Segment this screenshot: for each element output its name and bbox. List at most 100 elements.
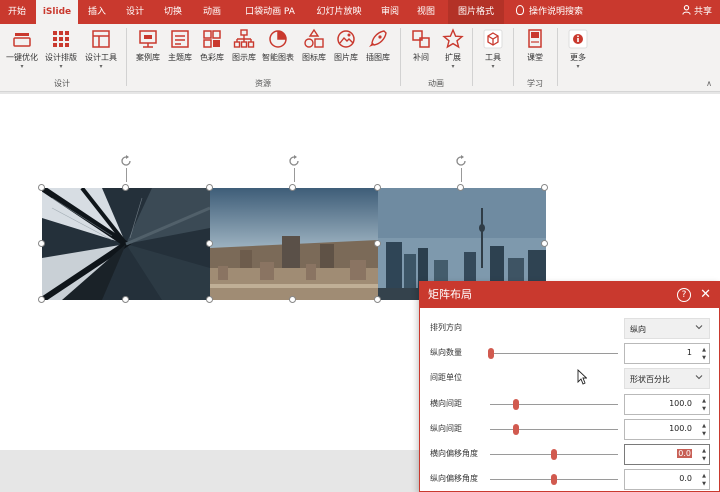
resize-handle[interactable] <box>289 296 296 303</box>
tab-transitions[interactable]: 切换 <box>156 0 190 24</box>
slider-knob[interactable] <box>513 424 519 435</box>
spin-down-icon[interactable]: ▼ <box>702 407 706 412</box>
tab-pocket-animation[interactable]: 口袋动画 PA <box>238 0 302 24</box>
theme-library-button[interactable]: 主题库 <box>163 28 197 63</box>
tab-view[interactable]: 视图 <box>410 0 442 24</box>
vertical-offset-angle-stepper[interactable]: 0.0 ▲ ▼ <box>624 469 710 490</box>
resize-handle[interactable] <box>541 240 548 247</box>
resize-handle[interactable] <box>38 296 45 303</box>
resize-handle[interactable] <box>374 184 381 191</box>
vertical-offset-angle-row: 纵向偏移角度 0.0 ▲ ▼ <box>420 467 720 492</box>
tween-label: 补间 <box>413 53 429 62</box>
smart-chart-button[interactable]: 智能图表 <box>258 28 298 63</box>
design-tools-button[interactable]: 设计工具 ▾ <box>82 28 120 70</box>
resize-handle[interactable] <box>206 240 213 247</box>
more-button[interactable]: 更多 ▾ <box>563 28 593 70</box>
slider-knob[interactable] <box>551 474 557 485</box>
icon-library-icon <box>304 28 324 48</box>
close-icon[interactable]: ✕ <box>700 282 711 308</box>
diagram-library-button[interactable]: 图示库 <box>227 28 261 63</box>
case-library-button[interactable]: 案例库 <box>131 28 165 63</box>
spin-down-icon[interactable]: ▼ <box>702 432 706 437</box>
resize-handle[interactable] <box>289 184 296 191</box>
tab-insert[interactable]: 插入 <box>80 0 114 24</box>
chevron-down-icon <box>695 325 703 330</box>
vertical-offset-angle-slider[interactable] <box>490 474 618 485</box>
rotate-handle-icon[interactable] <box>287 154 301 168</box>
tween-icon <box>412 30 430 48</box>
help-icon[interactable]: ? <box>677 288 691 302</box>
design-layout-button[interactable]: 设计排版 ▾ <box>42 28 80 70</box>
tools-button[interactable]: 工具 ▾ <box>477 28 509 70</box>
resize-handle[interactable] <box>374 296 381 303</box>
vertical-spacing-slider[interactable] <box>490 424 618 435</box>
picture-library-icon <box>337 30 355 48</box>
slider-knob[interactable] <box>513 399 519 410</box>
spin-up-icon[interactable]: ▲ <box>702 348 706 353</box>
horizontal-offset-angle-row: 横向偏移角度 0.0 ▲ ▼ <box>420 442 720 467</box>
vertical-count-stepper[interactable]: 1 ▲ ▼ <box>624 343 710 364</box>
tab-animations[interactable]: 动画 <box>194 0 230 24</box>
resize-handle[interactable] <box>374 240 381 247</box>
resize-handle[interactable] <box>122 184 129 191</box>
spin-down-icon[interactable]: ▼ <box>702 457 706 462</box>
spin-up-icon[interactable]: ▲ <box>702 474 706 479</box>
icon-library-button[interactable]: 图标库 <box>297 28 331 63</box>
chevron-down-icon: ▾ <box>20 63 24 70</box>
spacing-unit-select[interactable]: 形状百分比 <box>624 368 710 389</box>
tab-picture-format[interactable]: 图片格式 <box>448 0 504 24</box>
color-library-button[interactable]: 色彩库 <box>195 28 229 63</box>
resize-handle[interactable] <box>457 184 464 191</box>
resize-handle[interactable] <box>122 296 129 303</box>
picture-city-aerial[interactable] <box>210 188 378 300</box>
rotate-handle-icon[interactable] <box>454 154 468 168</box>
rotate-handle-icon[interactable] <box>119 154 133 168</box>
group-label-learning: 学习 <box>527 79 543 88</box>
tab-slideshow[interactable]: 幻灯片放映 <box>308 0 370 24</box>
resize-handle[interactable] <box>206 184 213 191</box>
spin-up-icon[interactable]: ▲ <box>702 424 706 429</box>
chevron-down-icon: ▾ <box>451 63 455 70</box>
slider-knob[interactable] <box>488 348 494 359</box>
horizontal-offset-angle-slider[interactable] <box>490 449 618 460</box>
one-click-optimize-button[interactable]: 一键优化 ▾ <box>3 28 41 70</box>
design-layout-label: 设计排版 <box>45 53 77 62</box>
tab-home[interactable]: 开始 <box>0 0 34 24</box>
spin-down-icon[interactable]: ▼ <box>702 482 706 487</box>
tab-design[interactable]: 设计 <box>118 0 152 24</box>
tween-button[interactable]: 补间 <box>405 28 437 63</box>
resize-handle[interactable] <box>38 240 45 247</box>
smart-chart-label: 智能图表 <box>262 53 294 62</box>
vertical-spacing-label: 纵向间距 <box>430 424 462 433</box>
slider-knob[interactable] <box>551 449 557 460</box>
resize-handle[interactable] <box>206 296 213 303</box>
resize-handle[interactable] <box>38 184 45 191</box>
share-button[interactable]: 共享 <box>682 0 712 24</box>
picture-skyscrapers[interactable] <box>42 188 210 300</box>
theme-library-icon <box>171 30 189 48</box>
rotate-connector <box>461 168 462 182</box>
spacing-unit-label: 间距单位 <box>430 373 462 382</box>
one-click-optimize-icon <box>13 33 31 47</box>
horizontal-offset-angle-stepper[interactable]: 0.0 ▲ ▼ <box>624 444 710 465</box>
picture-library-button[interactable]: 图片库 <box>329 28 363 63</box>
horizontal-spacing-slider[interactable] <box>490 399 618 410</box>
spin-down-icon[interactable]: ▼ <box>702 356 706 361</box>
collapse-ribbon-icon[interactable]: ∧ <box>706 79 712 88</box>
tell-me-search[interactable]: 操作说明搜索 <box>516 0 583 24</box>
illustration-library-label: 插图库 <box>366 53 390 62</box>
vertical-count-slider[interactable] <box>488 348 618 359</box>
classroom-button[interactable]: 课堂 <box>518 28 552 63</box>
tab-islide[interactable]: iSlide <box>36 0 78 24</box>
tab-review[interactable]: 审阅 <box>374 0 406 24</box>
arrange-direction-select[interactable]: 纵向 <box>624 318 710 339</box>
horizontal-offset-angle-label: 横向偏移角度 <box>430 449 478 458</box>
resize-handle[interactable] <box>541 184 548 191</box>
spin-up-icon[interactable]: ▲ <box>702 399 706 404</box>
spin-up-icon[interactable]: ▲ <box>702 449 706 454</box>
illustration-library-button[interactable]: 插图库 <box>361 28 395 63</box>
vertical-spacing-stepper[interactable]: 100.0 ▲ ▼ <box>624 419 710 440</box>
horizontal-spacing-stepper[interactable]: 100.0 ▲ ▼ <box>624 394 710 415</box>
design-tools-icon <box>92 30 110 48</box>
extend-button[interactable]: 扩展 ▾ <box>437 28 469 70</box>
